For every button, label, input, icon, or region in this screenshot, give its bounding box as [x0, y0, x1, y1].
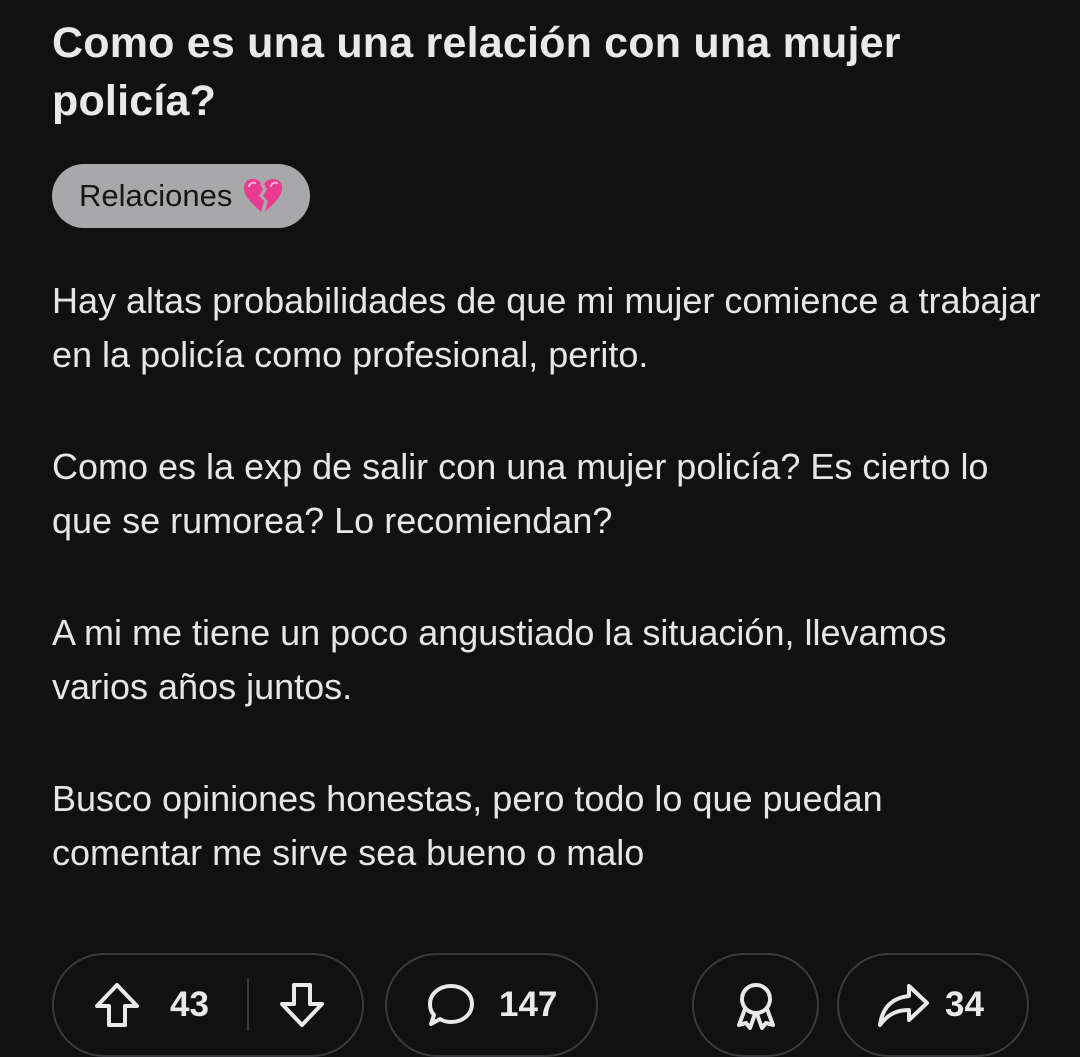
- upvote-arrow-icon[interactable]: [92, 980, 142, 1030]
- award-ribbon-icon: [731, 979, 781, 1031]
- post-paragraph: A mi me tiene un poco angustiado la situ…: [52, 612, 947, 707]
- flair-badge[interactable]: Relaciones: [52, 164, 311, 228]
- post-paragraph: Busco opiniones honestas, pero todo lo q…: [52, 778, 883, 873]
- vote-divider: [246, 979, 249, 1031]
- comment-count: 147: [499, 985, 558, 1024]
- comment-bubble-icon: [425, 980, 477, 1030]
- post-paragraph: Como es la exp de salir con una mujer po…: [52, 446, 989, 541]
- broken-heart-icon: [242, 177, 284, 215]
- post-paragraph: Hay altas probabilidades de que mi mujer…: [52, 280, 1041, 375]
- share-button[interactable]: 34: [837, 953, 1029, 1057]
- share-arrow-icon: [875, 980, 931, 1030]
- flair-label: Relaciones: [79, 178, 233, 213]
- post-title[interactable]: Como es una una relación con una mujer p…: [52, 14, 1042, 130]
- post-body: Hay altas probabilidades de que mi mujer…: [52, 274, 1042, 880]
- upvote-count: 43: [170, 985, 209, 1024]
- downvote-arrow-icon[interactable]: [277, 980, 327, 1030]
- post: Como es una una relación con una mujer p…: [52, 0, 1042, 938]
- award-button[interactable]: [692, 953, 819, 1057]
- comments-button[interactable]: 147: [385, 953, 598, 1057]
- action-bar: 43 147 34: [52, 953, 1032, 1057]
- share-count: 34: [945, 985, 984, 1024]
- vote-pill: 43: [52, 953, 364, 1057]
